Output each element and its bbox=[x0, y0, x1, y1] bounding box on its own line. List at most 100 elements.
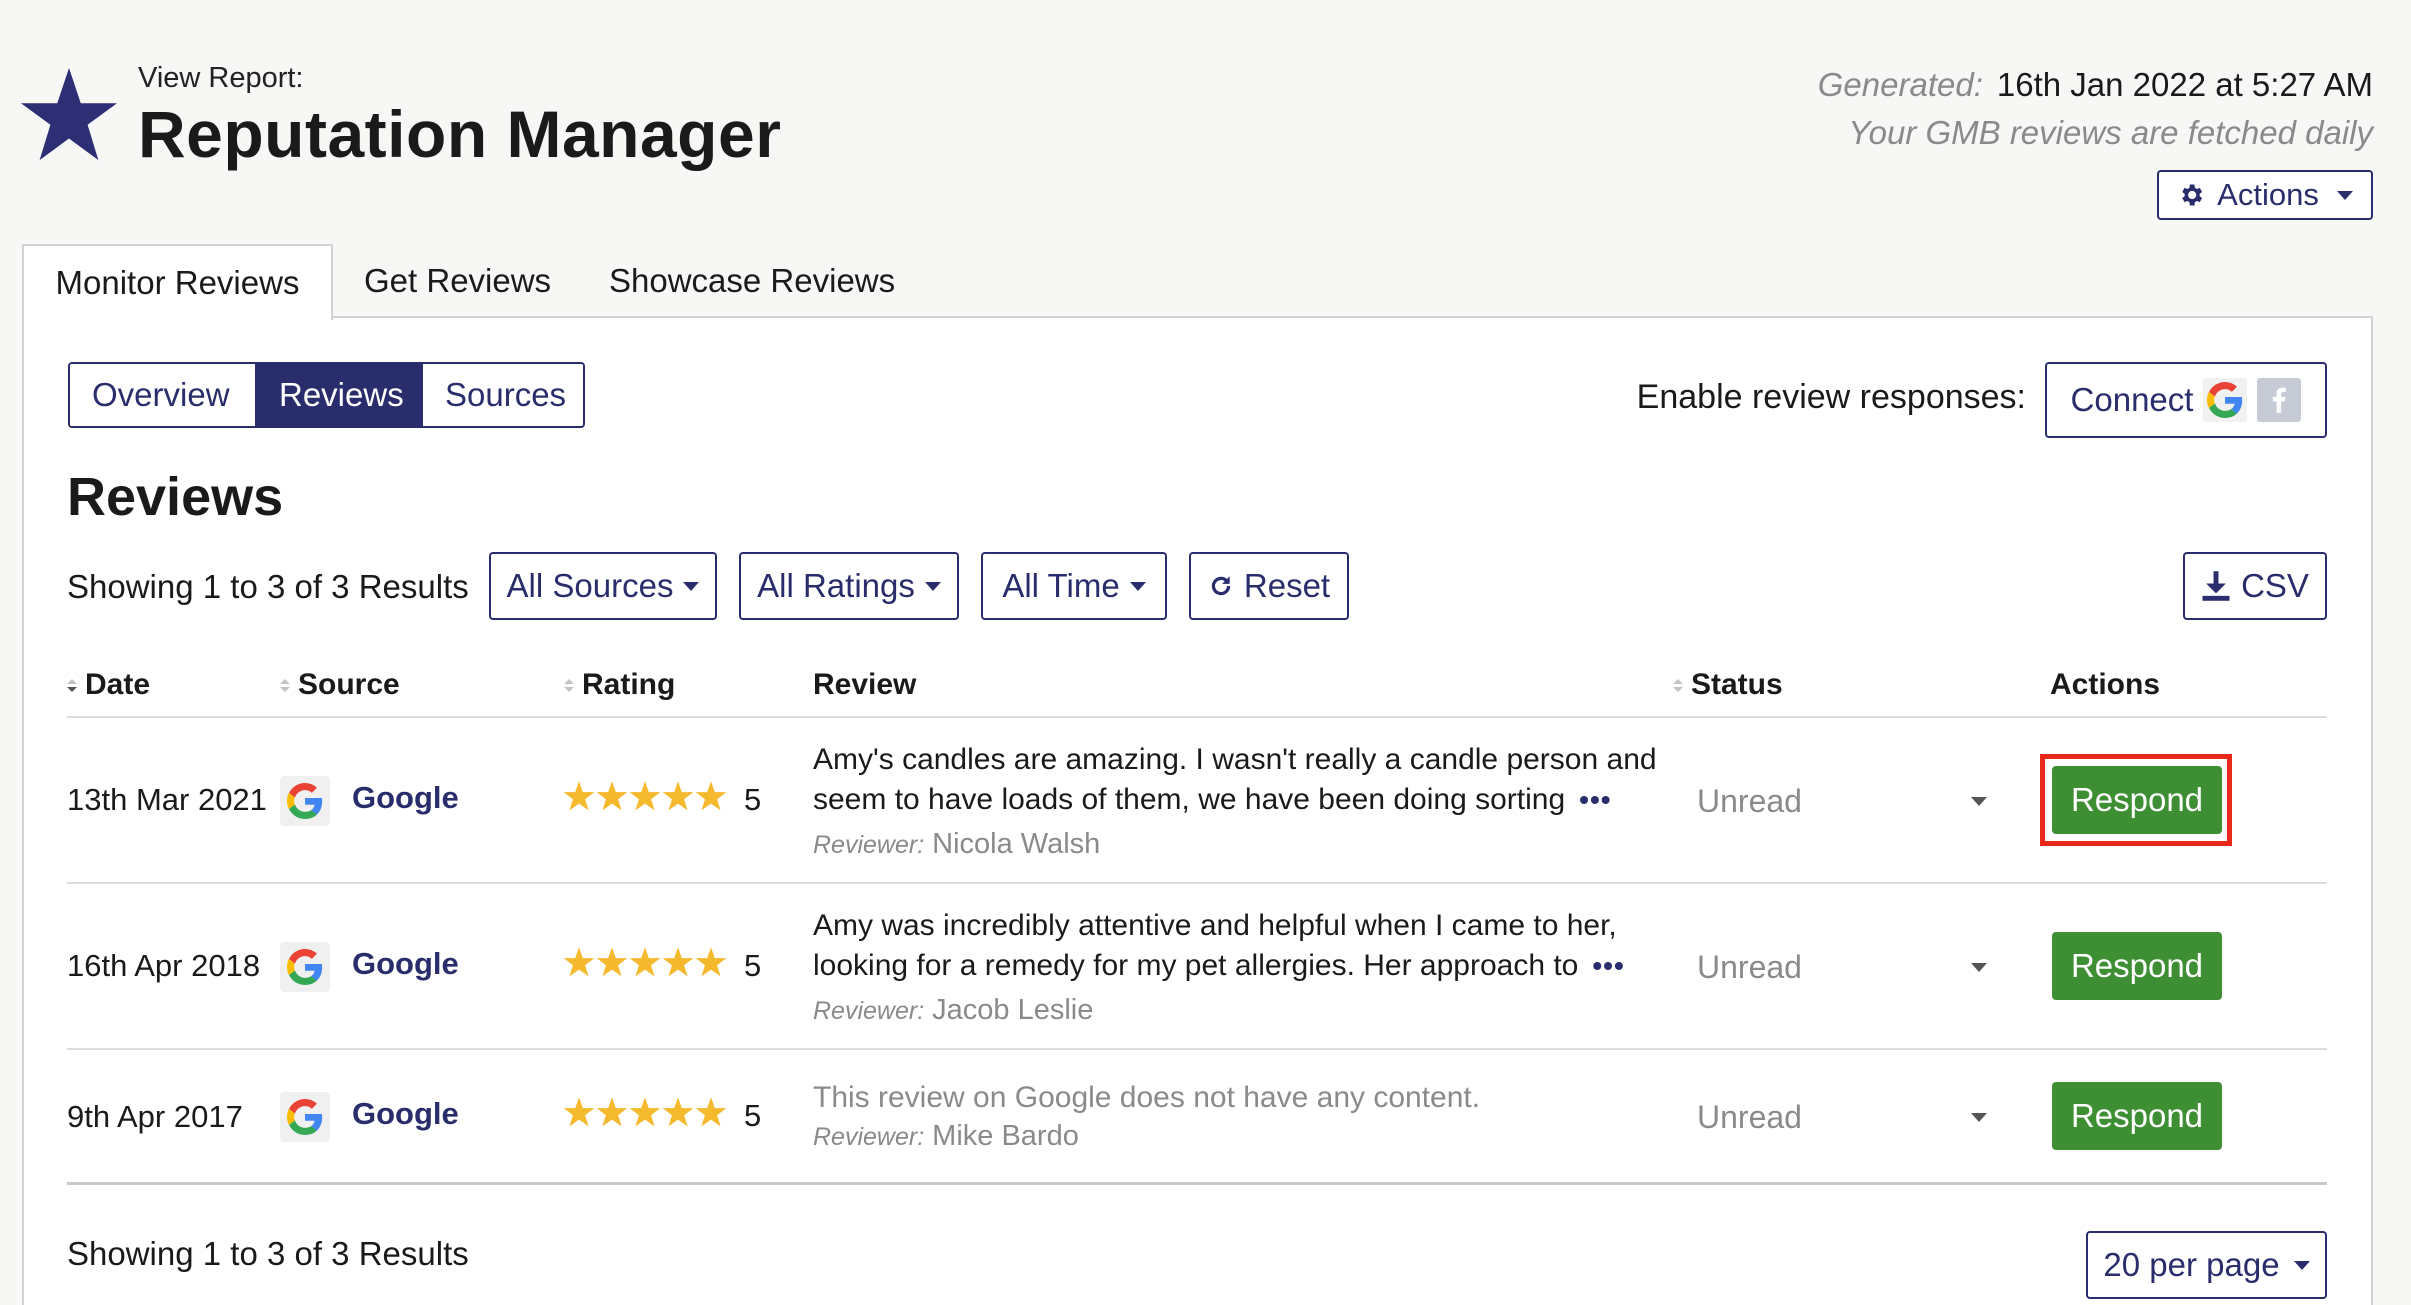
chevron-down-icon bbox=[1971, 1113, 1987, 1122]
per-page-dropdown[interactable]: 20 per page bbox=[2086, 1231, 2327, 1299]
review-subnav: Overview Reviews Sources bbox=[68, 362, 585, 428]
row-divider bbox=[67, 882, 2327, 884]
actions-column-header: Actions bbox=[2050, 668, 2161, 701]
star-icon bbox=[662, 1097, 694, 1127]
star-icon bbox=[695, 947, 727, 977]
reset-label: Reset bbox=[1243, 567, 1331, 604]
star-icon bbox=[695, 781, 727, 811]
chevron-down-icon bbox=[2336, 190, 2353, 200]
all-time-dropdown[interactable]: All Time bbox=[981, 552, 1167, 620]
all-sources-label: All Sources bbox=[506, 567, 674, 604]
reviewer-name: Nicola Walsh bbox=[932, 828, 1101, 860]
chevron-down-icon bbox=[924, 581, 941, 591]
chevron-down-icon bbox=[1971, 797, 1987, 806]
tab-get-reviews[interactable]: Get Reviews bbox=[364, 244, 551, 318]
results-count: Showing 1 to 3 of 3 Results bbox=[67, 568, 469, 605]
enable-responses-label: Enable review responses: bbox=[1636, 378, 2026, 416]
footer-results-count: Showing 1 to 3 of 3 Results bbox=[67, 1235, 469, 1272]
table-bottom-divider bbox=[67, 1182, 2327, 1185]
generated-value: 16th Jan 2022 at 5:27 AM bbox=[1996, 66, 2373, 103]
refresh-icon bbox=[1211, 576, 1231, 596]
per-page-label: 20 per page bbox=[2103, 1246, 2280, 1283]
all-ratings-dropdown[interactable]: All Ratings bbox=[739, 552, 959, 620]
sort-icon bbox=[67, 678, 77, 692]
respond-button[interactable]: Respond bbox=[2052, 1082, 2222, 1150]
chevron-down-icon bbox=[683, 581, 700, 591]
subnav-overview[interactable]: Overview bbox=[70, 364, 255, 426]
sort-icon bbox=[1673, 678, 1683, 692]
connect-label: Connect bbox=[2070, 381, 2194, 418]
star-icon bbox=[662, 947, 694, 977]
csv-download-button[interactable]: CSV bbox=[2183, 552, 2327, 620]
all-ratings-label: All Ratings bbox=[757, 567, 915, 604]
review-date: 13th Mar 2021 bbox=[67, 782, 267, 817]
star-icon bbox=[563, 947, 595, 977]
rating-value: 5 bbox=[744, 948, 762, 983]
reviewer: Reviewer: Jacob Leslie bbox=[813, 994, 1093, 1027]
source-link[interactable]: Google bbox=[352, 946, 459, 982]
actions-label: Actions bbox=[2217, 177, 2319, 212]
connect-button[interactable]: Connect bbox=[2045, 362, 2327, 438]
star-rating bbox=[563, 780, 727, 812]
google-icon bbox=[280, 1092, 330, 1142]
source-link[interactable]: Google bbox=[352, 1096, 459, 1132]
star-icon bbox=[596, 781, 628, 811]
reset-button[interactable]: Reset bbox=[1189, 552, 1349, 620]
fetch-note: Your GMB reviews are fetched daily bbox=[1848, 114, 2373, 151]
source-link[interactable]: Google bbox=[352, 780, 459, 816]
generated-info: Generated: 16th Jan 2022 at 5:27 AM bbox=[1818, 66, 2373, 104]
status-dropdown[interactable]: Unread bbox=[1697, 783, 1987, 820]
star-icon bbox=[596, 947, 628, 977]
facebook-icon bbox=[2257, 378, 2302, 422]
reviewer-label: Reviewer: bbox=[813, 997, 925, 1025]
generated-label: Generated: bbox=[1817, 66, 1983, 103]
star-icon bbox=[629, 781, 661, 811]
header-divider bbox=[67, 716, 2327, 718]
star-rating bbox=[563, 1096, 727, 1128]
subnav-sources[interactable]: Sources bbox=[421, 364, 583, 426]
chevron-down-icon bbox=[2293, 1260, 2310, 1270]
sort-icon bbox=[564, 678, 574, 692]
reviewer: Reviewer: Nicola Walsh bbox=[813, 828, 1100, 861]
review-column-header: Review bbox=[813, 668, 917, 701]
rating-value: 5 bbox=[744, 1098, 762, 1133]
status-dropdown[interactable]: Unread bbox=[1697, 1099, 1987, 1136]
star-icon bbox=[629, 947, 661, 977]
google-icon bbox=[280, 776, 330, 826]
status-column-header[interactable]: Status bbox=[1673, 668, 1783, 702]
page-title: Reputation Manager bbox=[138, 97, 782, 171]
reviewer-name: Mike Bardo bbox=[932, 1120, 1079, 1152]
chevron-down-icon bbox=[1129, 581, 1146, 591]
actions-dropdown-button[interactable]: Actions bbox=[2157, 170, 2373, 220]
rating-column-header[interactable]: Rating bbox=[564, 668, 675, 702]
row-divider bbox=[67, 1048, 2327, 1050]
reviewer: Reviewer: Mike Bardo bbox=[813, 1120, 1079, 1153]
reviewer-label: Reviewer: bbox=[813, 831, 925, 859]
chevron-down-icon bbox=[1971, 963, 1987, 972]
review-text: Amy was incredibly attentive and helpful… bbox=[813, 909, 1625, 982]
star-icon bbox=[596, 1097, 628, 1127]
review-text: Amy's candles are amazing. I wasn't real… bbox=[813, 743, 1657, 816]
source-column-header[interactable]: Source bbox=[280, 668, 400, 702]
csv-label: CSV bbox=[2241, 567, 2309, 604]
reviewer-name: Jacob Leslie bbox=[932, 994, 1094, 1026]
gear-icon bbox=[2182, 184, 2203, 206]
reviewer-label: Reviewer: bbox=[813, 1123, 925, 1151]
star-logo-icon bbox=[20, 67, 118, 161]
star-icon bbox=[563, 1097, 595, 1127]
date-column-header[interactable]: Date bbox=[67, 668, 150, 702]
star-icon bbox=[695, 1097, 727, 1127]
reviews-heading: Reviews bbox=[67, 467, 284, 527]
review-date: 16th Apr 2018 bbox=[67, 948, 261, 983]
view-report-label: View Report: bbox=[138, 62, 304, 94]
respond-button[interactable]: Respond bbox=[2052, 766, 2222, 834]
star-icon bbox=[662, 781, 694, 811]
more-icon[interactable]: ••• bbox=[1579, 784, 1611, 815]
respond-button[interactable]: Respond bbox=[2052, 932, 2222, 1000]
status-dropdown[interactable]: Unread bbox=[1697, 949, 1987, 986]
more-icon[interactable]: ••• bbox=[1592, 950, 1624, 981]
tab-monitor-reviews[interactable]: Monitor Reviews bbox=[22, 244, 333, 320]
tab-showcase-reviews[interactable]: Showcase Reviews bbox=[609, 244, 895, 318]
all-sources-dropdown[interactable]: All Sources bbox=[489, 552, 717, 620]
subnav-reviews[interactable]: Reviews bbox=[255, 364, 421, 426]
